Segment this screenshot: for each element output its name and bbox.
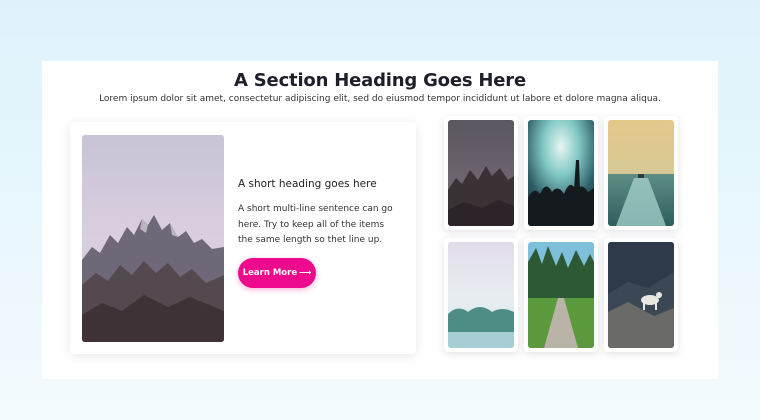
card-text: A short multi-line sentence can go here.… [238, 204, 393, 245]
gallery-photo-misty-lake[interactable] [444, 238, 518, 352]
learn-more-label: Learn More [242, 268, 298, 278]
gallery-photo-concert[interactable] [524, 116, 598, 230]
card-mountain-image [82, 135, 224, 342]
section-subtext: Lorem ipsum dolor sit amet, consectetur … [99, 94, 661, 104]
gallery-photo-mountain-ridge[interactable] [444, 116, 518, 230]
gallery-photo-mountain-goat[interactable] [604, 238, 678, 352]
card-title: A short heading goes here [238, 178, 377, 190]
content-section: A Section Heading Goes Here Lorem ipsum … [42, 61, 718, 379]
gallery-photo-forest-path[interactable] [524, 238, 598, 352]
arrow-right-icon: ⟶ [299, 268, 312, 278]
gallery-photo-boat-wake[interactable] [604, 116, 678, 230]
section-heading: A Section Heading Goes Here [234, 70, 526, 91]
feature-card: A short heading goes here A short multi-… [70, 122, 416, 354]
learn-more-button[interactable]: Learn More ⟶ [238, 258, 316, 288]
